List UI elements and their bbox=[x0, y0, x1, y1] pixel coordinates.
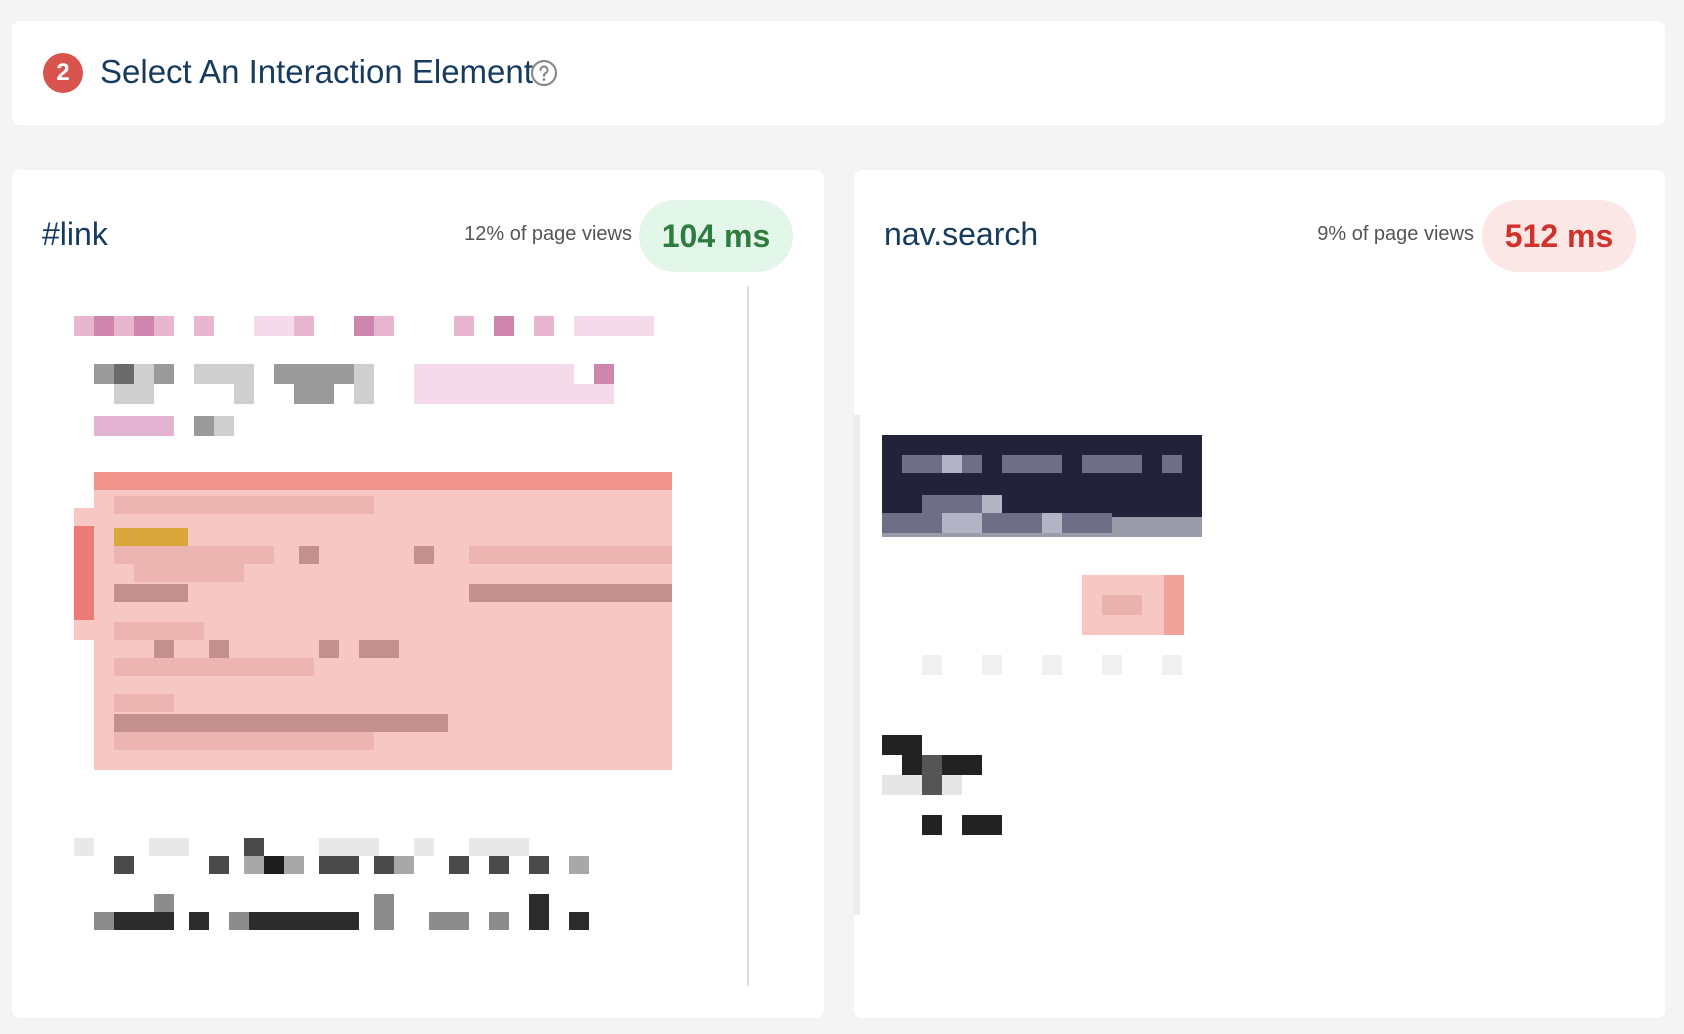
help-icon[interactable] bbox=[530, 59, 558, 87]
step-number-badge: 2 bbox=[43, 53, 83, 93]
section-title: Select An Interaction Element bbox=[100, 53, 533, 90]
element-selector: #link bbox=[42, 216, 108, 252]
duration-badge: 512 ms bbox=[1482, 200, 1636, 272]
element-card-nav-search[interactable]: nav.search 9% of page views 512 ms bbox=[854, 170, 1665, 1018]
element-card-link[interactable]: #link 12% of page views 104 ms bbox=[12, 170, 824, 1018]
element-screenshot-thumbnail bbox=[39, 286, 759, 986]
duration-badge: 104 ms bbox=[639, 200, 793, 272]
page-views-share: 9% of page views bbox=[1317, 223, 1474, 245]
page-views-share: 12% of page views bbox=[464, 223, 632, 245]
element-selector: nav.search bbox=[884, 216, 1039, 252]
step-header: 2 Select An Interaction Element bbox=[12, 21, 1665, 125]
element-screenshot-thumbnail bbox=[854, 415, 1274, 915]
